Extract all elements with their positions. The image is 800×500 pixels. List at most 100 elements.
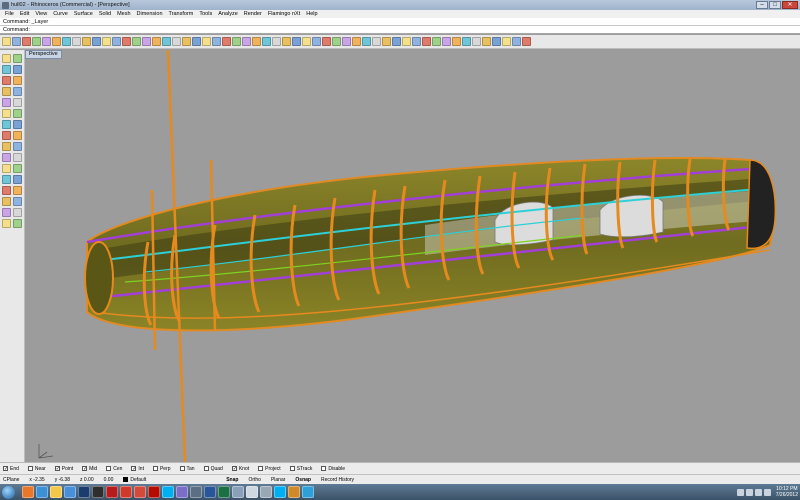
osnap-checkbox[interactable] <box>27 466 33 471</box>
rhino-icon[interactable] <box>106 486 118 498</box>
record-history-toggle[interactable]: Record History <box>321 477 354 483</box>
properties-icon[interactable] <box>232 37 241 46</box>
grid-icon[interactable] <box>172 37 181 46</box>
curve-icon[interactable] <box>332 37 341 46</box>
split-icon[interactable] <box>2 164 11 173</box>
calculator-icon[interactable] <box>190 486 202 498</box>
zoom-icon[interactable] <box>122 37 131 46</box>
array-icon[interactable] <box>2 208 11 217</box>
osnap-checkbox[interactable] <box>258 466 264 471</box>
array-icon[interactable] <box>402 37 411 46</box>
help-icon[interactable] <box>522 37 531 46</box>
text-icon[interactable] <box>312 37 321 46</box>
globe-icon[interactable] <box>282 37 291 46</box>
select-all-icon[interactable] <box>192 37 201 46</box>
excel-icon[interactable] <box>218 486 230 498</box>
osnap-disable[interactable]: Disable <box>321 466 345 472</box>
menu-file[interactable]: File <box>2 11 17 17</box>
analyze-icon[interactable] <box>2 219 11 228</box>
project-icon[interactable] <box>512 37 521 46</box>
polygon-icon[interactable] <box>2 98 11 107</box>
osnap-tan[interactable]: Tan <box>179 466 195 472</box>
osnap-checkbox[interactable]: ✓ <box>3 466 8 472</box>
menu-mesh[interactable]: Mesh <box>114 11 133 17</box>
boolean-icon[interactable] <box>13 142 22 151</box>
extrude-icon[interactable] <box>2 120 11 129</box>
perspective-viewport[interactable]: Perspective <box>25 50 800 462</box>
copy-icon[interactable] <box>2 186 11 195</box>
fillet-icon[interactable] <box>2 153 11 162</box>
osnap-checkbox[interactable] <box>152 466 158 471</box>
explorer-icon[interactable] <box>64 486 76 498</box>
explode-icon[interactable] <box>442 37 451 46</box>
osnap-strack[interactable]: STrack <box>289 466 312 472</box>
arc-icon[interactable] <box>2 76 11 85</box>
transform-icon[interactable] <box>382 37 391 46</box>
menu-help[interactable]: Help <box>303 11 320 17</box>
move-icon[interactable] <box>422 37 431 46</box>
osnap-quad[interactable]: Quad <box>203 466 223 472</box>
mirror-icon[interactable] <box>392 37 401 46</box>
rectangle-icon[interactable] <box>13 87 22 96</box>
light-bulb-icon[interactable] <box>212 37 221 46</box>
acrobat-icon[interactable] <box>148 486 160 498</box>
notepad-icon[interactable] <box>246 486 258 498</box>
network-icon[interactable] <box>763 488 771 496</box>
planar-toggle[interactable]: Planar <box>271 477 285 483</box>
photoshop-icon[interactable] <box>78 486 90 498</box>
sphere-icon[interactable] <box>13 131 22 140</box>
curve-icon[interactable] <box>13 65 22 74</box>
open-file-icon[interactable] <box>12 37 21 46</box>
ortho-toggle[interactable]: Ortho <box>248 477 261 483</box>
skype-icon[interactable] <box>162 486 174 498</box>
menu-solid[interactable]: Solid <box>96 11 114 17</box>
osnap-knot[interactable]: ✓ Knot <box>231 466 249 472</box>
mirror-icon[interactable] <box>13 197 22 206</box>
network-icon[interactable] <box>232 486 244 498</box>
dimension-icon[interactable] <box>13 219 22 228</box>
maximize-button[interactable]: □ <box>769 1 781 9</box>
split-icon[interactable] <box>462 37 471 46</box>
settings-icon[interactable] <box>260 486 272 498</box>
menu-surface[interactable]: Surface <box>71 11 96 17</box>
trim-icon[interactable] <box>13 153 22 162</box>
paste-icon[interactable] <box>72 37 81 46</box>
extend-icon[interactable] <box>472 37 481 46</box>
zoom-window-icon[interactable] <box>132 37 141 46</box>
osnap-near[interactable]: Near <box>27 466 46 472</box>
analyze-icon[interactable] <box>372 37 381 46</box>
osnap-perp[interactable]: Perp <box>152 466 171 472</box>
freeform-icon[interactable] <box>13 98 22 107</box>
tray-icon[interactable] <box>745 488 753 496</box>
point-icon[interactable] <box>13 54 22 63</box>
select-arrow-icon[interactable] <box>2 54 11 63</box>
copy-icon[interactable] <box>62 37 71 46</box>
render-icon[interactable] <box>252 37 261 46</box>
minimize-button[interactable]: – <box>756 1 768 9</box>
rotate-icon[interactable] <box>13 186 22 195</box>
options-icon[interactable] <box>292 37 301 46</box>
chrome-icon[interactable] <box>134 486 146 498</box>
render-color-icon[interactable] <box>242 37 251 46</box>
tray-icon[interactable] <box>736 488 744 496</box>
folder-icon[interactable] <box>50 486 62 498</box>
dimension-icon[interactable] <box>302 37 311 46</box>
menu-dimension[interactable]: Dimension <box>134 11 166 17</box>
mesh-icon[interactable] <box>322 37 331 46</box>
volume-icon[interactable] <box>754 488 762 496</box>
scale-icon[interactable] <box>412 37 421 46</box>
redo-icon[interactable] <box>92 37 101 46</box>
osnap-mid[interactable]: ✓ Mid <box>82 466 97 472</box>
rotate-view-icon[interactable] <box>112 37 121 46</box>
lock-icon[interactable] <box>202 37 211 46</box>
word-icon[interactable] <box>204 486 216 498</box>
osnap-checkbox[interactable]: ✓ <box>231 466 237 472</box>
boolean-icon[interactable] <box>362 37 371 46</box>
menu-flamingo-nxt[interactable]: Flamingo nXt <box>265 11 303 17</box>
start-button[interactable] <box>2 485 15 499</box>
cut-icon[interactable] <box>52 37 61 46</box>
circle-icon[interactable] <box>13 76 22 85</box>
ellipse-icon[interactable] <box>2 87 11 96</box>
explode-icon[interactable] <box>2 175 11 184</box>
mesh-icon[interactable] <box>2 142 11 151</box>
